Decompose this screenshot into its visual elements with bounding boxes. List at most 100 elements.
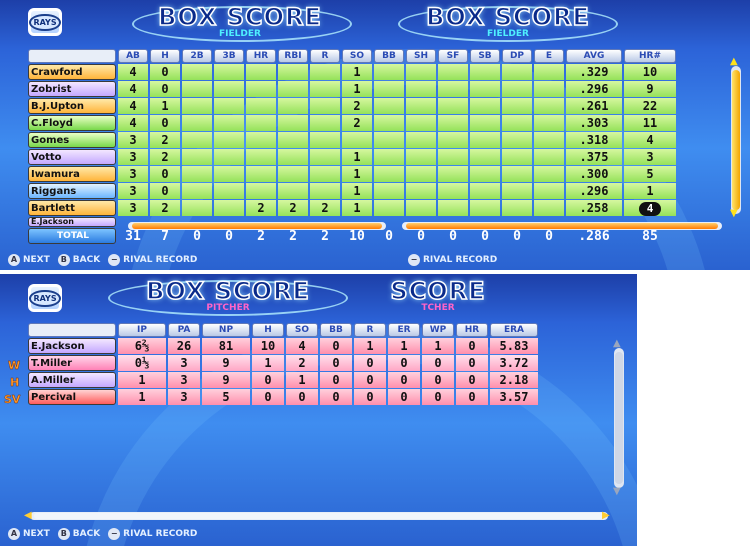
stat-cell (470, 200, 500, 216)
total-cell: 10 (349, 228, 365, 244)
total-cell: 7 (161, 228, 169, 244)
stat-cell: 4 (118, 81, 148, 97)
stat-cell (310, 64, 340, 80)
pitcher-name: E.Jackson (28, 338, 116, 354)
stat-cell (438, 115, 468, 131)
stat-cell (502, 200, 532, 216)
vertical-scrollbar[interactable] (614, 348, 624, 488)
total-cell: 0 (513, 228, 521, 244)
button-hint-bar: A NEXT B BACK − RIVAL RECORD (4, 526, 197, 542)
team-logo-text: RAYS (29, 13, 61, 31)
stat-cell (310, 183, 340, 199)
table-row[interactable]: Gomes 3 2 .318 4 (28, 132, 676, 148)
hint-rival-record-right[interactable]: − RIVAL RECORD (408, 254, 497, 266)
column-header: PA (168, 323, 200, 337)
column-header: 2B (182, 49, 212, 63)
stat-cell (310, 115, 340, 131)
stat-cell: 0 (422, 355, 454, 371)
stat-cell (374, 98, 404, 114)
horizontal-scrollbar-left[interactable] (128, 222, 386, 230)
stat-cell (502, 166, 532, 182)
table-row[interactable]: A.Miller 1 3 9 0 1 0 0 0 0 0 2.18 (28, 372, 538, 388)
hint-next[interactable]: A NEXT (8, 528, 50, 540)
stat-cell (214, 81, 244, 97)
stat-cell (470, 64, 500, 80)
stat-cell (246, 149, 276, 165)
hint-rival-record[interactable]: − RIVAL RECORD (108, 528, 197, 540)
stat-cell (214, 98, 244, 114)
role-label-win: W (8, 359, 21, 372)
stat-cell: 0 (456, 355, 488, 371)
stat-cell: 26 (168, 338, 200, 354)
b-button-icon: B (57, 254, 70, 266)
scroll-up-arrow-icon[interactable]: ▲ (730, 56, 738, 67)
column-header: 3B (214, 49, 244, 63)
stat-cell: 9 (624, 81, 676, 97)
scroll-left-arrow-icon[interactable]: ◀ (24, 510, 32, 521)
stat-cell (374, 132, 404, 148)
hint-rival-record[interactable]: − RIVAL RECORD (108, 254, 197, 266)
stat-cell: .261 (566, 98, 622, 114)
stat-cell (438, 98, 468, 114)
table-row[interactable]: Zobrist 4 0 1 .296 9 (28, 81, 676, 97)
scrollbar-thumb[interactable] (132, 223, 382, 229)
column-header: SO (342, 49, 372, 63)
player-name: E.Jackson (28, 217, 116, 227)
column-header: R (354, 323, 386, 337)
stat-cell (182, 115, 212, 131)
stat-cell: 4 (118, 98, 148, 114)
player-name: Zobrist (28, 81, 116, 97)
column-header: SH (406, 49, 436, 63)
header-blank (28, 323, 116, 337)
stat-cell (406, 115, 436, 131)
stat-cell: 0 (456, 338, 488, 354)
hint-next[interactable]: A NEXT (8, 254, 50, 266)
column-header: DP (502, 49, 532, 63)
scrollbar-thumb[interactable] (34, 513, 604, 519)
total-cell: 0 (193, 228, 201, 244)
role-label-hold: H (10, 376, 20, 389)
stat-cell: 0 (422, 389, 454, 405)
stat-cell: 2 (342, 115, 372, 131)
stat-cell (470, 98, 500, 114)
stat-cell: 0 (354, 372, 386, 388)
table-row[interactable]: T.Miller 0⅓ 3 9 1 2 0 0 0 0 0 3.72 (28, 355, 538, 371)
stat-cell: 3 (168, 355, 200, 371)
table-row[interactable]: B.J.Upton 4 1 2 .261 22 (28, 98, 676, 114)
stat-cell: 1 (342, 81, 372, 97)
title-main: BOX SCORE (145, 276, 310, 306)
stat-cell (246, 132, 276, 148)
pitcher-name: T.Miller (28, 355, 116, 371)
stat-cell: 3 (168, 389, 200, 405)
selected-stat-badge: 4 (639, 201, 661, 216)
scrollbar-thumb[interactable] (732, 70, 740, 210)
stat-cell (246, 115, 276, 131)
scrollbar-thumb[interactable] (615, 352, 623, 484)
table-row[interactable]: Votto 3 2 1.375 3 (28, 149, 676, 165)
column-header: BB (320, 323, 352, 337)
scroll-down-arrow-icon[interactable]: ▼ (613, 486, 621, 497)
stat-cell: 5 (624, 166, 676, 182)
table-row[interactable]: Bartlett 3 2 2 2 2 1.258 4 (28, 200, 676, 216)
table-row[interactable]: C.Floyd 4 0 2 .303 11 (28, 115, 676, 131)
table-row[interactable]: Percival 1 3 5 0 0 0 0 0 0 0 3.57 (28, 389, 538, 405)
stat-cell: 1 (342, 64, 372, 80)
table-row[interactable]: Iwamura 3 0 1 .300 5 (28, 166, 676, 182)
horizontal-scrollbar-right[interactable] (402, 222, 722, 230)
table-row[interactable]: Riggans 3 0 1.296 1 (28, 183, 676, 199)
stat-cell: 0 (252, 372, 284, 388)
horizontal-scrollbar[interactable] (30, 512, 608, 520)
stat-cell (534, 166, 564, 182)
scroll-right-arrow-icon[interactable]: ▶ (602, 510, 610, 521)
stat-cell: 3.72 (490, 355, 538, 371)
stat-cell (278, 64, 308, 80)
vertical-scrollbar[interactable] (731, 66, 741, 214)
scroll-up-arrow-icon[interactable]: ▲ (613, 338, 621, 349)
hint-back[interactable]: B BACK (57, 254, 100, 266)
table-row[interactable]: E.Jackson 6⅔ 26 81 10 4 0 1 1 1 0 5.83 (28, 338, 538, 354)
scrollbar-thumb[interactable] (406, 223, 718, 229)
hint-back[interactable]: B BACK (57, 528, 100, 540)
table-row[interactable]: Crawford 4 0 1 .329 10 (28, 64, 676, 80)
stat-cell: 5 (202, 389, 250, 405)
scroll-down-arrow-icon[interactable]: ▼ (730, 208, 738, 219)
